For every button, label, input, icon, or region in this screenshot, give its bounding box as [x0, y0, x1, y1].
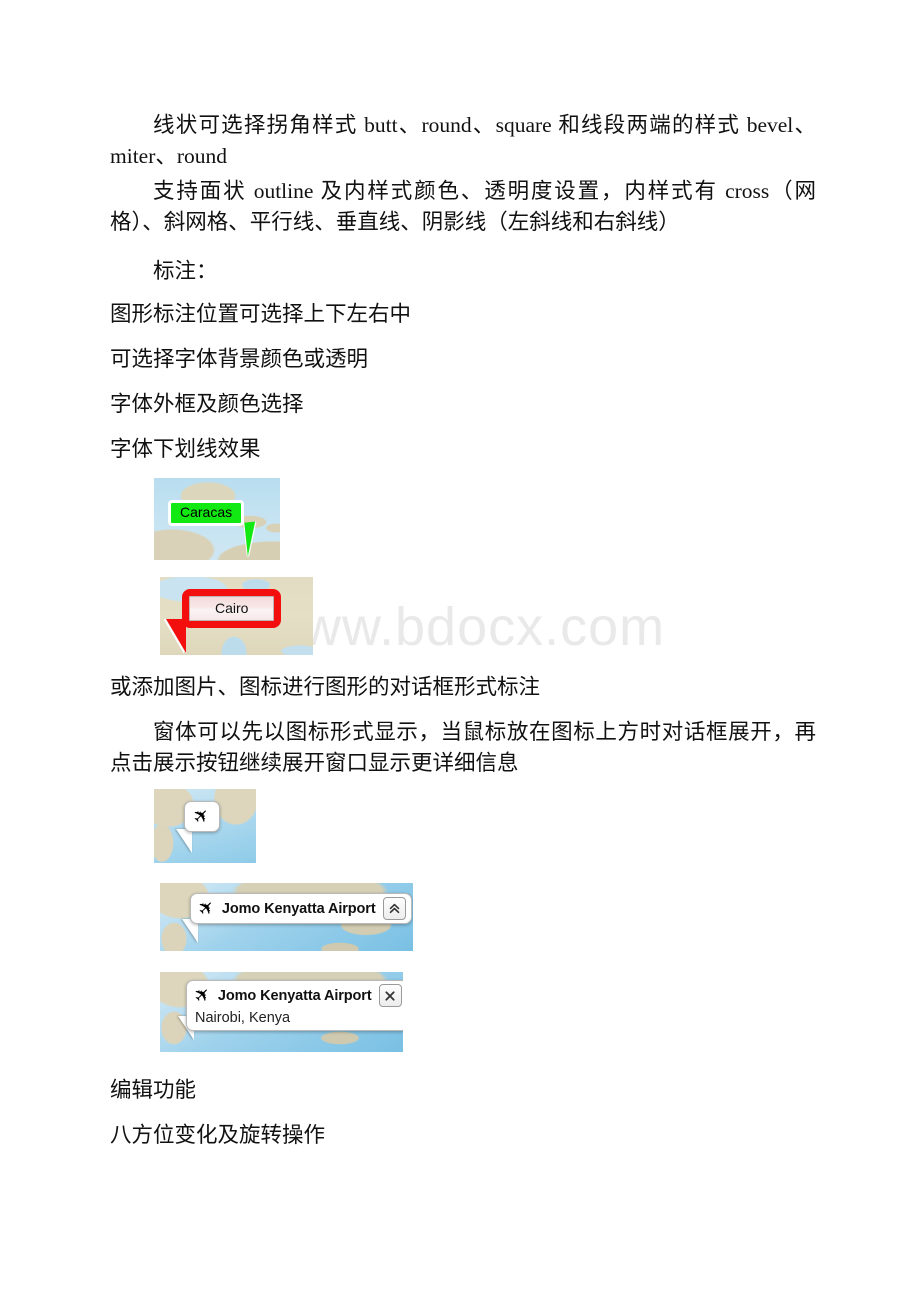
close-icon [385, 990, 395, 1001]
airport-title: Jomo Kenyatta Airport [217, 987, 372, 1004]
callout-airport-expanded[interactable]: ✈ Jomo Kenyatta Airport Nairobi, Kenya [186, 980, 403, 1031]
paragraph-hover-expand: 窗体可以先以图标形式显示，当鼠标放在图标上方时对话框展开，再点击展示按钮继续展开… [110, 720, 816, 775]
airplane-icon: ✈ [188, 803, 216, 830]
paragraph-font-underline: 字体下划线效果 [110, 437, 261, 461]
expand-button[interactable] [382, 897, 406, 920]
airplane-icon: ✈ [193, 895, 221, 922]
figure-airport-expanded-map: ✈ Jomo Kenyatta Airport Nairobi, Kenya [160, 972, 403, 1052]
callout-plane-icon[interactable]: ✈ [184, 801, 220, 832]
paragraph-fill-styles: 支持面状 outline 及内样式颜色、透明度设置，内样式有 cross（网格）… [110, 179, 816, 234]
paragraph-edit-function: 编辑功能 [110, 1078, 197, 1102]
paragraph-annotation-heading: 标注： [153, 259, 218, 283]
figure-cairo-map: Cairo [160, 577, 313, 655]
callout-caracas: Caracas [168, 500, 245, 526]
paragraph-eight-direction: 八方位变化及旋转操作 [110, 1123, 326, 1147]
airport-title: Jomo Kenyatta Airport [221, 900, 376, 917]
paragraph-font-background: 可选择字体背景颜色或透明 [110, 347, 369, 371]
figure-plane-icon-map: ✈ [154, 789, 256, 863]
airport-subtitle: Nairobi, Kenya [195, 1010, 291, 1026]
airplane-icon: ✈ [189, 982, 217, 1009]
document-page: www.bdocx.com 线状可选择拐角样式 butt、round、squar… [0, 0, 920, 1302]
callout-tail [176, 829, 192, 853]
chevron-double-up-icon [389, 903, 399, 914]
paragraph-line-styles: 线状可选择拐角样式 butt、round、square 和线段两端的样式 bev… [110, 113, 816, 168]
callout-cairo: Cairo [182, 589, 282, 628]
paragraph-annotation-position: 图形标注位置可选择上下左右中 [110, 302, 412, 326]
figure-airport-collapsed-map: ✈ Jomo Kenyatta Airport [160, 883, 413, 951]
close-button[interactable] [378, 984, 402, 1007]
watermark: www.bdocx.com [262, 597, 666, 657]
paragraph-font-outline: 字体外框及颜色选择 [110, 392, 304, 416]
paragraph-image-icon-callout: 或添加图片、图标进行图形的对话框形式标注 [110, 675, 541, 699]
figure-caracas-map: Caracas [154, 478, 280, 560]
callout-airport-collapsed[interactable]: ✈ Jomo Kenyatta Airport [190, 893, 412, 924]
